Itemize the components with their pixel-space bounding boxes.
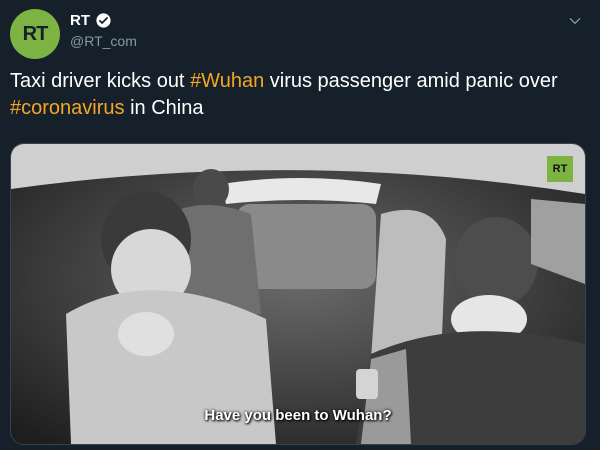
avatar-logo-text: RT: [22, 22, 49, 45]
display-name[interactable]: RT: [70, 12, 90, 29]
tweet-text-segment: virus passenger amid panic over: [264, 70, 558, 92]
tweet-text-segment: in China: [124, 97, 204, 119]
tweet-text: Taxi driver kicks out #Wuhan virus passe…: [10, 68, 585, 122]
video-media[interactable]: RT Have you been to Wuhan?: [10, 143, 586, 445]
hashtag-coronavirus[interactable]: #coronavirus: [10, 97, 125, 119]
watermark-text: RT: [552, 163, 568, 175]
author-name-row[interactable]: RT: [70, 12, 112, 29]
tweet-text-segment: Taxi driver kicks out: [10, 70, 191, 92]
video-caption: Have you been to Wuhan?: [204, 407, 392, 424]
hashtag-wuhan[interactable]: #Wuhan: [190, 70, 264, 92]
account-handle[interactable]: @RT_com: [70, 33, 137, 49]
chevron-down-icon[interactable]: [568, 14, 582, 28]
dashcam-video-frame: [11, 144, 585, 444]
avatar[interactable]: RT: [10, 9, 60, 59]
verified-badge-icon: [96, 13, 111, 28]
rt-watermark-logo: RT: [547, 156, 573, 182]
